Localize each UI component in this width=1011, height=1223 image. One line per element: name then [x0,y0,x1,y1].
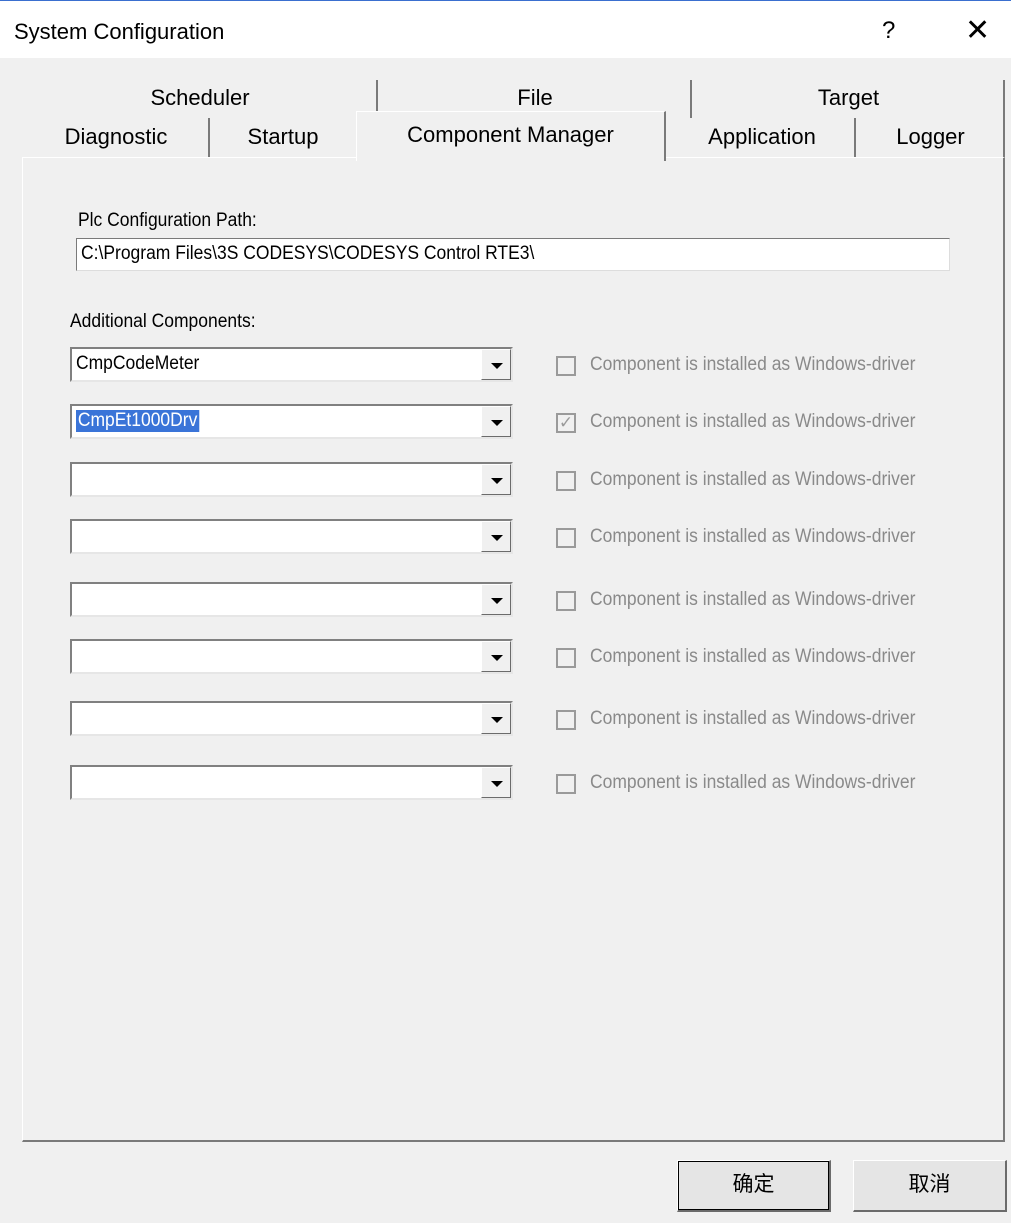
tab-label: Logger [896,124,965,149]
window-title: System Configuration [14,19,225,44]
component-combo[interactable]: CmpCodeMeter [70,347,513,382]
driver-checkbox-label: Component is installed as Windows-driver [590,526,916,547]
chevron-down-icon[interactable] [481,703,511,734]
help-button[interactable]: ? [882,17,895,45]
driver-checkbox[interactable] [556,710,576,730]
chevron-down-icon[interactable] [481,767,511,798]
component-combo[interactable] [70,701,513,736]
plc-path-value: C:\Program Files\3S CODESYS\CODESYS Cont… [81,243,535,264]
plc-path-label: Plc Configuration Path: [78,210,257,231]
driver-checkbox[interactable] [556,471,576,491]
tab-label: File [517,85,553,110]
driver-checkbox-label: Component is installed as Windows-driver [590,589,916,610]
tab-label: Startup [247,124,319,149]
tab-target[interactable]: Target [692,80,1005,118]
tab-label: Diagnostic [64,124,168,149]
ok-button[interactable]: 确定 [677,1160,831,1212]
driver-checkbox[interactable] [556,591,576,611]
chevron-down-icon[interactable] [481,521,511,552]
driver-checkbox-label: Component is installed as Windows-driver [590,411,916,432]
combo-value: CmpEt1000Drv [76,410,200,432]
chevron-down-icon[interactable] [481,349,511,380]
component-combo[interactable]: CmpEt1000Drv [70,404,513,439]
component-combo[interactable] [70,639,513,674]
chevron-down-icon[interactable] [481,584,511,615]
driver-checkbox-label: Component is installed as Windows-driver [590,646,916,667]
driver-checkbox[interactable] [556,528,576,548]
chevron-down-icon[interactable] [481,464,511,495]
component-combo[interactable] [70,462,513,497]
driver-checkbox[interactable]: ✓ [556,413,576,433]
driver-checkbox-label: Component is installed as Windows-driver [590,469,916,490]
driver-checkbox[interactable] [556,648,576,668]
driver-checkbox[interactable] [556,774,576,794]
component-combo[interactable] [70,582,513,617]
close-button[interactable]: ✕ [965,13,990,48]
additional-components-label: Additional Components: [70,311,256,332]
tab-label: Component Manager [407,122,614,147]
tab-startup[interactable]: Startup [210,118,356,157]
chevron-down-icon[interactable] [481,406,511,437]
combo-value: CmpCodeMeter [76,353,200,374]
tab-diagnostic[interactable]: Diagnostic [22,118,210,157]
cancel-button[interactable]: 取消 [853,1160,1007,1212]
tab-label: Scheduler [150,85,250,110]
tab-scheduler[interactable]: Scheduler [22,80,378,118]
component-combo[interactable] [70,765,513,800]
component-combo[interactable] [70,519,513,554]
driver-checkbox[interactable] [556,356,576,376]
tab-application[interactable]: Application [668,118,856,157]
tab-component-manager[interactable]: Component Manager [356,111,666,161]
driver-checkbox-label: Component is installed as Windows-driver [590,354,916,375]
tab-logger[interactable]: Logger [856,118,1005,157]
tab-label: Target [817,85,880,110]
title-bar[interactable]: System Configuration ? ✕ [0,0,1011,59]
driver-checkbox-label: Component is installed as Windows-driver [590,708,916,729]
driver-checkbox-label: Component is installed as Windows-driver [590,772,916,793]
tab-label: Application [708,124,816,149]
plc-path-input[interactable]: C:\Program Files\3S CODESYS\CODESYS Cont… [76,238,950,271]
chevron-down-icon[interactable] [481,641,511,672]
